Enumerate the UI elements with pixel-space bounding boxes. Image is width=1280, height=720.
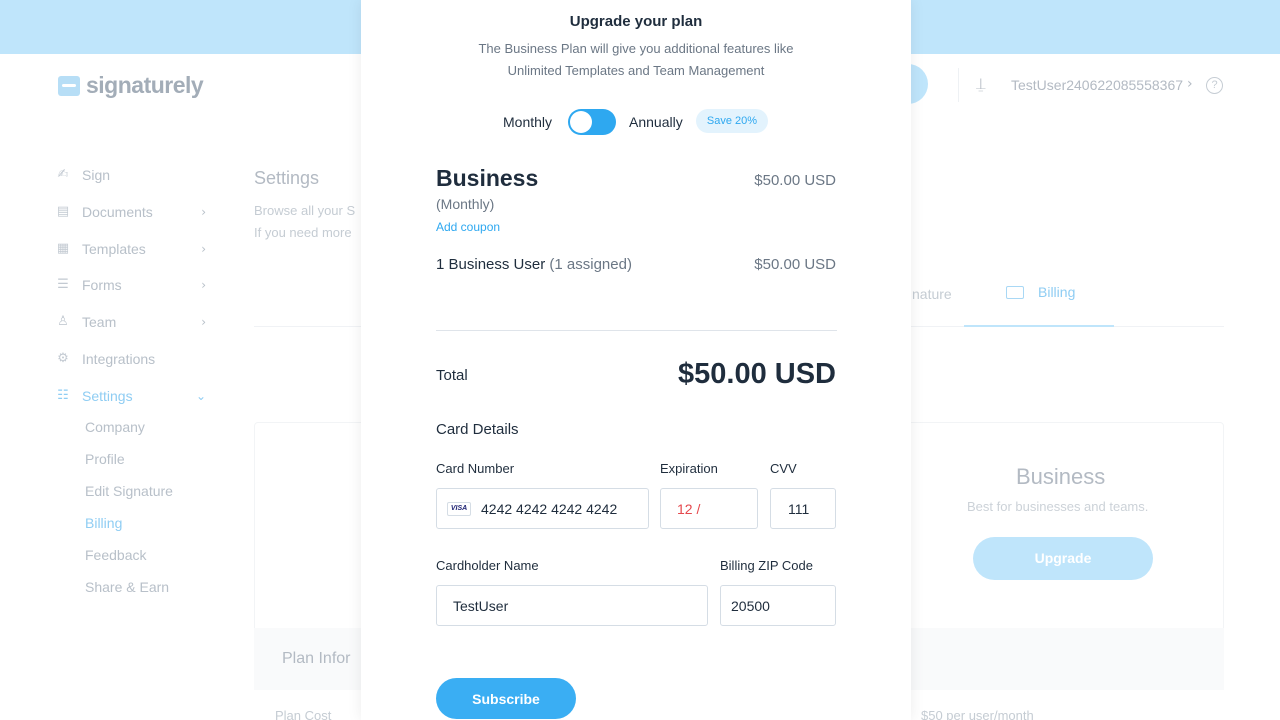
logo-icon [58, 75, 80, 96]
monthly-label[interactable]: Monthly [503, 114, 552, 130]
modal-title: Upgrade your plan [569, 13, 703, 30]
billing-zip-input[interactable] [731, 597, 835, 614]
cardholder-name-field[interactable] [436, 585, 708, 626]
logo-text: signaturely [86, 72, 204, 98]
document-icon: ▤ [56, 204, 70, 219]
sidebar-item-team[interactable]: ♙ Team › [54, 310, 214, 334]
sidebar-item-label: Documents [82, 204, 153, 220]
billing-zip-label: Billing ZIP Code [720, 558, 813, 573]
plan-price: $50.00 USD [754, 172, 836, 189]
sidebar-item-settings[interactable]: ☷ Settings ⌄ [54, 384, 214, 408]
user-name[interactable]: TestUser240622085558367 [1011, 77, 1183, 93]
switch-knob [570, 111, 592, 133]
modal-divider [436, 330, 837, 331]
billing-zip-field[interactable] [720, 585, 836, 626]
users-label: 1 Business User [436, 256, 546, 273]
chevron-right-icon: › [201, 278, 206, 292]
team-icon: ♙ [57, 314, 69, 329]
cvv-field[interactable]: 111 [770, 488, 836, 529]
plan-period: (Monthly) [436, 196, 495, 212]
cardholder-name-label: Cardholder Name [436, 558, 539, 573]
sidebar-item-label: Team [82, 314, 117, 330]
plan-cost-label: Plan Cost [275, 708, 332, 720]
header-divider [958, 68, 959, 102]
user-avatar-icon[interactable]: ⍊ [976, 74, 986, 94]
form-icon: ☰ [57, 277, 69, 292]
page-title: Settings [254, 168, 320, 188]
cvv-label: CVV [770, 461, 797, 476]
users-line: 1 Business User (1 assigned) [436, 256, 632, 273]
billing-period-toggle-row: Monthly Annually Save 20% [361, 109, 911, 135]
card-number-label: Card Number [436, 461, 515, 476]
sidebar-item-label: Integrations [82, 351, 156, 367]
chevron-right-icon[interactable]: › [1187, 76, 1193, 92]
save-badge: Save 20% [696, 109, 768, 133]
tab-edit-signature[interactable]: nature [912, 286, 952, 302]
sidebar-subitem-company[interactable]: Company [85, 419, 145, 435]
credit-card-icon [1006, 285, 1024, 299]
plan-cost-value: $50 per user/month [921, 708, 1034, 720]
sidebar-item-forms[interactable]: ☰ Forms › [54, 273, 214, 297]
plan-name: Business [436, 165, 539, 191]
template-icon: ▦ [56, 241, 70, 256]
tab-billing[interactable]: Billing [1006, 284, 1075, 300]
plan-card-title: Business [1016, 464, 1106, 489]
expiration-field[interactable]: 12 / [660, 488, 758, 529]
cvv-value: 111 [788, 500, 810, 517]
signature-icon: ✍ [57, 167, 69, 182]
tab-billing-label: Billing [1038, 284, 1076, 300]
upgrade-button[interactable]: Upgrade [973, 537, 1153, 580]
active-tab-indicator [964, 325, 1114, 327]
modal-description: The Business Plan will give you addition… [436, 38, 836, 82]
add-coupon-link[interactable]: Add coupon [436, 220, 500, 234]
total-label: Total [436, 367, 468, 384]
gear-icon: ⚙ [57, 351, 69, 366]
card-details-title: Card Details [436, 421, 519, 438]
visa-icon: VISA [447, 501, 471, 516]
page-description-line: Browse all your S [254, 203, 356, 218]
sidebar-subitem-feedback[interactable]: Feedback [85, 547, 146, 563]
sidebar-subitem-edit-signature[interactable]: Edit Signature [85, 483, 173, 499]
sidebar-subitem-profile[interactable]: Profile [85, 451, 125, 467]
users-assigned: (1 assigned) [549, 256, 632, 273]
chevron-right-icon: › [201, 242, 206, 256]
sliders-icon: ☷ [57, 388, 69, 403]
page-description-line: If you need more [254, 225, 352, 240]
sidebar-item-sign[interactable]: ✍ Sign [54, 163, 214, 187]
chevron-down-icon: ⌄ [195, 389, 206, 403]
sidebar-item-label: Sign [82, 167, 111, 183]
sidebar-item-label: Templates [82, 241, 146, 257]
card-number-field[interactable]: VISA 4242 4242 4242 4242 [436, 488, 649, 529]
modal-description-line: Unlimited Templates and Team Management [507, 63, 765, 78]
billing-period-switch[interactable] [568, 109, 616, 135]
sidebar-item-label: Forms [82, 277, 122, 293]
help-icon[interactable]: ? [1206, 77, 1223, 94]
modal-description-line: The Business Plan will give you addition… [478, 41, 794, 56]
card-number-value: 4242 4242 4242 4242 [481, 500, 618, 517]
page-description: Browse all your S If you need more [254, 200, 364, 244]
upgrade-plan-modal: Upgrade your plan The Business Plan will… [361, 0, 911, 720]
chevron-right-icon: › [201, 315, 206, 329]
plan-card-subtitle: Best for businesses and teams. [967, 499, 1149, 514]
cardholder-name-input[interactable] [453, 597, 707, 614]
users-price: $50.00 USD [754, 256, 836, 273]
subscribe-button[interactable]: Subscribe [436, 678, 576, 719]
sidebar-item-templates[interactable]: ▦ Templates › [54, 237, 214, 261]
sidebar-subitem-billing[interactable]: Billing [85, 515, 122, 531]
sidebar-item-label: Settings [82, 388, 133, 404]
chevron-right-icon: › [201, 205, 206, 219]
plan-info-title: Plan Infor [282, 650, 351, 667]
sidebar-item-integrations[interactable]: ⚙ Integrations [54, 347, 214, 371]
expiration-value: 12 / [677, 500, 701, 517]
logo[interactable]: signaturely [58, 72, 204, 99]
expiration-label: Expiration [660, 461, 718, 476]
annually-label[interactable]: Annually [629, 114, 683, 130]
sidebar-item-documents[interactable]: ▤ Documents › [54, 200, 214, 224]
sidebar-subitem-share-earn[interactable]: Share & Earn [85, 579, 169, 595]
total-value: $50.00 USD [678, 358, 836, 390]
